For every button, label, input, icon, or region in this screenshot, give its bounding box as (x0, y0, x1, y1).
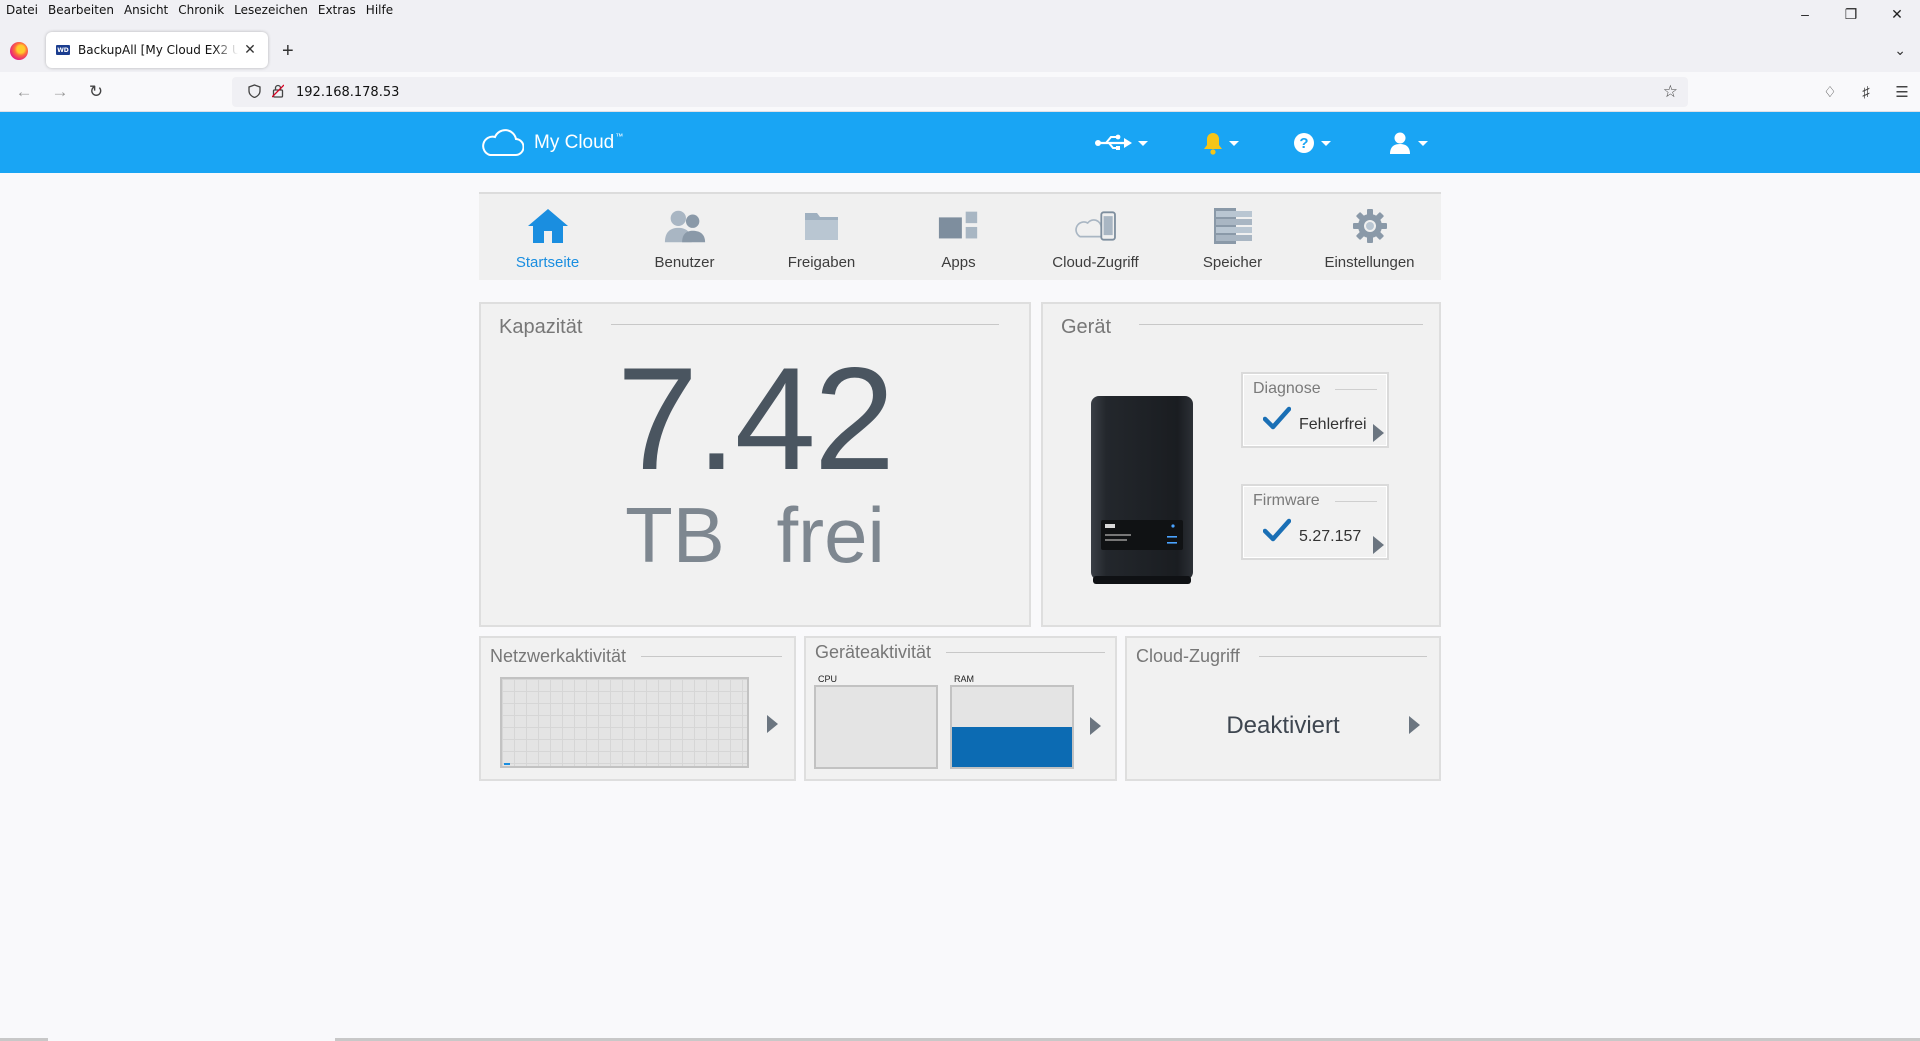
cloud-device-icon (1074, 206, 1118, 246)
user-menu[interactable] (1388, 128, 1428, 158)
nav-startseite[interactable]: Startseite (479, 194, 616, 282)
help-menu[interactable]: ? (1293, 128, 1331, 158)
tab-list-chevron-icon[interactable]: ⌄ (1894, 42, 1906, 59)
cloud-access-panel: Cloud-Zugriff Deaktiviert (1125, 636, 1441, 781)
forward-icon[interactable]: → (48, 80, 72, 104)
nav-apps[interactable]: Apps (890, 194, 1027, 282)
nav-speicher[interactable]: Speicher (1164, 194, 1301, 282)
nav-cloud-zugriff[interactable]: Cloud-Zugriff (1027, 194, 1164, 282)
device-activity-panel: Geräteaktivität CPU RAM (804, 636, 1117, 781)
cpu-label: CPU (818, 674, 838, 684)
firmware-arrow-icon[interactable] (1373, 536, 1384, 554)
diagnose-arrow-icon[interactable] (1373, 424, 1384, 442)
pocket-icon[interactable]: ♢ (1812, 80, 1848, 104)
diagnose-title: Diagnose (1253, 380, 1321, 397)
nav-einstellungen[interactable]: Einstellungen (1301, 194, 1438, 282)
nav-freigaben[interactable]: Freigaben (753, 194, 890, 282)
menu-datei[interactable]: Datei (0, 3, 43, 17)
menu-hilfe[interactable]: Hilfe (361, 3, 398, 17)
menu-lesezeichen[interactable]: Lesezeichen (229, 3, 313, 17)
back-icon[interactable]: ← (12, 80, 36, 104)
network-arrow-icon[interactable] (767, 715, 778, 733)
bookmark-star-icon[interactable]: ☆ (1663, 82, 1678, 102)
capacity-title: Kapazität (499, 316, 595, 339)
tab-close-icon[interactable]: ✕ (242, 42, 258, 58)
svg-text:?: ? (1299, 135, 1308, 152)
url-bar[interactable]: 192.168.178.53 ☆ (232, 77, 1688, 107)
menu-chronik[interactable]: Chronik (173, 3, 229, 17)
user-icon (1390, 132, 1410, 154)
menu-bar: Datei Bearbeiten Ansicht Chronik Lesezei… (0, 0, 1920, 20)
firmware-title: Firmware (1253, 492, 1320, 509)
diagnose-value: Fehlerfrei (1299, 416, 1367, 433)
network-panel: Netzwerkaktivität (479, 636, 796, 781)
shield-icon[interactable] (244, 83, 264, 101)
hamburger-menu-icon[interactable]: ☰ (1884, 80, 1920, 104)
reload-icon[interactable]: ↻ (84, 80, 108, 104)
menu-bearbeiten[interactable]: Bearbeiten (43, 3, 119, 17)
capacity-panel: Kapazität 7.42 TB frei (479, 302, 1031, 627)
cloud-access-arrow-icon[interactable] (1409, 716, 1420, 734)
help-icon: ? (1294, 133, 1314, 153)
tab-title: BackupAll [My Cloud EX2 Ultra] (78, 43, 238, 57)
url-text[interactable]: 192.168.178.53 (296, 85, 399, 100)
lock-insecure-icon[interactable] (268, 84, 288, 101)
new-tab-icon[interactable]: + (282, 40, 294, 63)
diagnose-box[interactable]: Diagnose Fehlerfrei (1241, 372, 1389, 448)
usb-menu[interactable] (1094, 128, 1148, 158)
check-icon (1263, 406, 1291, 430)
mycloud-header: My Cloud™ ? (0, 112, 1920, 173)
bell-icon (1204, 133, 1222, 155)
wd-favicon-icon: WD (56, 45, 70, 55)
check-icon (1263, 518, 1291, 542)
apps-icon (937, 206, 981, 246)
home-icon (526, 206, 570, 246)
menu-ansicht[interactable]: Ansicht (119, 3, 173, 17)
navigation-toolbar: ← → ↻ 192.168.178.53 ☆ ♢ ♯ ☰ (0, 72, 1920, 112)
main-nav: Startseite Benutzer Freigaben Apps Cloud… (479, 192, 1441, 280)
folder-icon (800, 206, 844, 246)
firmware-value: 5.27.157 (1299, 528, 1362, 545)
nav-benutzer[interactable]: Benutzer (616, 194, 753, 282)
tab-backupall[interactable]: WD BackupAll [My Cloud EX2 Ultra] ✕ (46, 32, 268, 68)
extensions-icon[interactable]: ♯ (1848, 80, 1884, 104)
nas-device-image (1083, 392, 1201, 592)
firefox-icon[interactable] (10, 42, 28, 60)
cpu-graph (814, 685, 938, 769)
firmware-box[interactable]: Firmware 5.27.157 (1241, 484, 1389, 560)
ram-usage-bar (952, 727, 1072, 767)
notifications-menu[interactable] (1203, 128, 1239, 158)
device-title: Gerät (1061, 316, 1124, 339)
ram-graph (950, 685, 1074, 769)
ram-label: RAM (954, 674, 974, 684)
capacity-value: 7.42 (616, 337, 895, 500)
tab-bar: WD BackupAll [My Cloud EX2 Ultra] ✕ + ⌄ (0, 20, 1920, 72)
usb-icon (1095, 134, 1132, 150)
network-title: Netzwerkaktivität (490, 646, 639, 667)
device-panel: Gerät Diagnose Fehlerfrei Firmware 5.27.… (1041, 302, 1441, 627)
gear-icon (1348, 206, 1392, 246)
cloud-access-title: Cloud-Zugriff (1136, 646, 1252, 667)
storage-icon (1211, 206, 1255, 246)
cloud-access-status: Deaktiviert (1226, 712, 1340, 739)
network-graph (500, 677, 749, 768)
capacity-unit: TB frei (625, 491, 885, 579)
menu-extras[interactable]: Extras (313, 3, 361, 17)
device-activity-title: Geräteaktivität (815, 642, 944, 663)
toolbar-right-buttons: ♢ ♯ ☰ (1812, 80, 1920, 104)
users-icon (663, 206, 707, 246)
device-activity-arrow-icon[interactable] (1090, 717, 1101, 735)
